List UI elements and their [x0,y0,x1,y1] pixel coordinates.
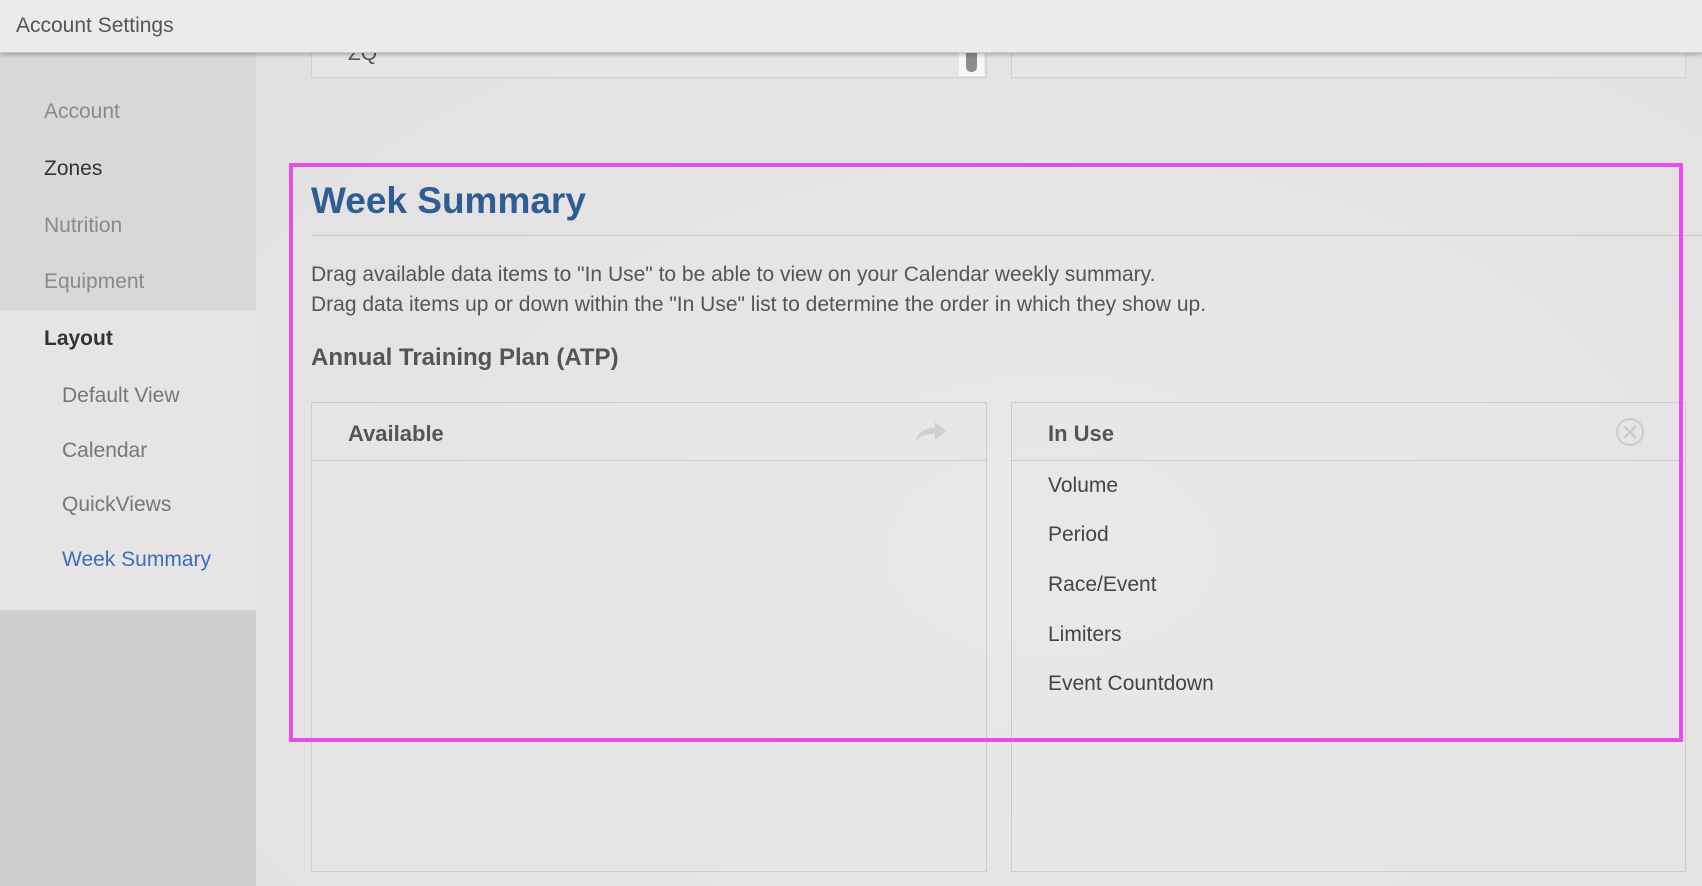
description-line-1: Drag available data items to "In Use" to… [311,263,1156,286]
sidebar-item-equipment[interactable]: Equipment [44,270,144,294]
in-use-item-event-countdown[interactable]: Event Countdown [1048,672,1214,696]
sidebar-subitem-week-summary[interactable]: Week Summary [62,548,211,572]
clear-circle-icon[interactable] [1615,417,1645,447]
scrollbar-thumb[interactable] [959,50,984,76]
sidebar-item-nutrition[interactable]: Nutrition [44,214,122,238]
previous-in-use-list [1011,52,1686,78]
sidebar-item-layout[interactable]: Layout [44,327,113,351]
in-use-item-limiters[interactable]: Limiters [1048,623,1122,647]
sidebar-item-zones[interactable]: Zones [44,157,102,181]
window-title: Account Settings [16,14,174,37]
in-use-list-header: In Use [1012,403,1685,461]
section-title: Week Summary [311,180,586,221]
available-list[interactable]: Available [311,402,987,872]
main-content: ZQ Week Summary Drag available data item… [256,42,1702,886]
sidebar-subitem-quickviews[interactable]: QuickViews [62,493,171,517]
available-label: Available [348,421,444,446]
description-line-2: Drag data items up or down within the "I… [311,293,1207,316]
previous-available-list: ZQ [311,42,987,78]
sidebar-subitem-default-view[interactable]: Default View [62,384,180,408]
sidebar: Account Zones Nutrition Equipment Layout… [0,52,256,886]
in-use-list[interactable]: In Use Volume Period Race/Event Limiters… [1011,402,1686,872]
sidebar-subitem-calendar[interactable]: Calendar [62,439,147,463]
in-use-label: In Use [1048,421,1115,446]
in-use-item-period[interactable]: Period [1048,523,1109,547]
title-bar: Account Settings [0,0,1702,53]
section-divider [311,235,1702,236]
atp-heading: Annual Training Plan (ATP) [311,344,619,371]
in-use-item-race-event[interactable]: Race/Event [1048,573,1157,597]
in-use-item-volume[interactable]: Volume [1048,474,1118,498]
sidebar-item-account[interactable]: Account [44,100,120,124]
arrow-forward-icon[interactable] [914,419,948,445]
available-list-header: Available [312,403,986,461]
